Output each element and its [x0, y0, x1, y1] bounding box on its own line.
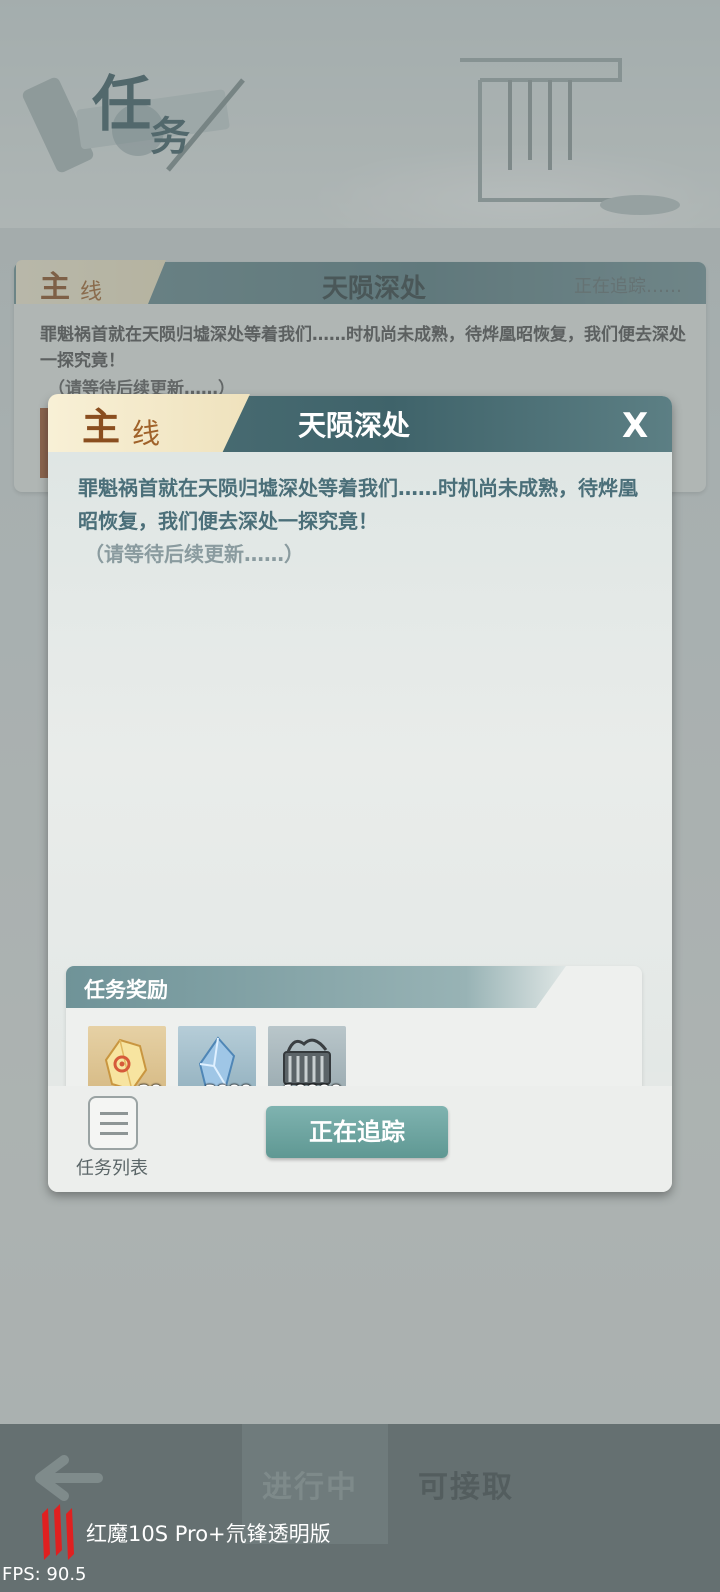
red-magic-logo-icon [42, 1504, 74, 1560]
list-icon [88, 1096, 138, 1150]
quest-note: （请等待后续更新……） [84, 542, 304, 566]
device-name-overlay: 红魔10S Pro+氘锋透明版 [86, 1522, 331, 1546]
modal-body: 罪魁祸首就在天陨归墟深处等着我们……时机尚未成熟，待烨凰昭恢复，我们便去深处一探… [48, 452, 672, 1120]
fps-counter: FPS: 90.5 [2, 1564, 87, 1585]
modal-title: 天陨深处 [298, 409, 411, 442]
quest-detail-modal: 主 线 天陨深处 X 罪魁祸首就在天陨归墟深处等着我们……时机尚未成熟，待烨凰昭… [48, 394, 672, 1192]
modal-footer: 任务列表 正在追踪 [48, 1086, 672, 1192]
track-button[interactable]: 正在追踪 [266, 1106, 448, 1158]
quest-type-tag: 主 线 [48, 394, 250, 454]
quest-description: 罪魁祸首就在天陨归墟深处等着我们……时机尚未成熟，待烨凰昭恢复，我们便去深处一探… [78, 476, 638, 533]
task-list-label: 任务列表 [76, 1158, 148, 1179]
quest-type-tag-sub: 线 [132, 417, 161, 450]
task-list-button[interactable]: 任务列表 [76, 1096, 156, 1182]
quest-type-tag-main: 主 [82, 404, 121, 449]
close-button[interactable]: X [622, 406, 656, 446]
reward-label: 任务奖励 [84, 978, 168, 1002]
